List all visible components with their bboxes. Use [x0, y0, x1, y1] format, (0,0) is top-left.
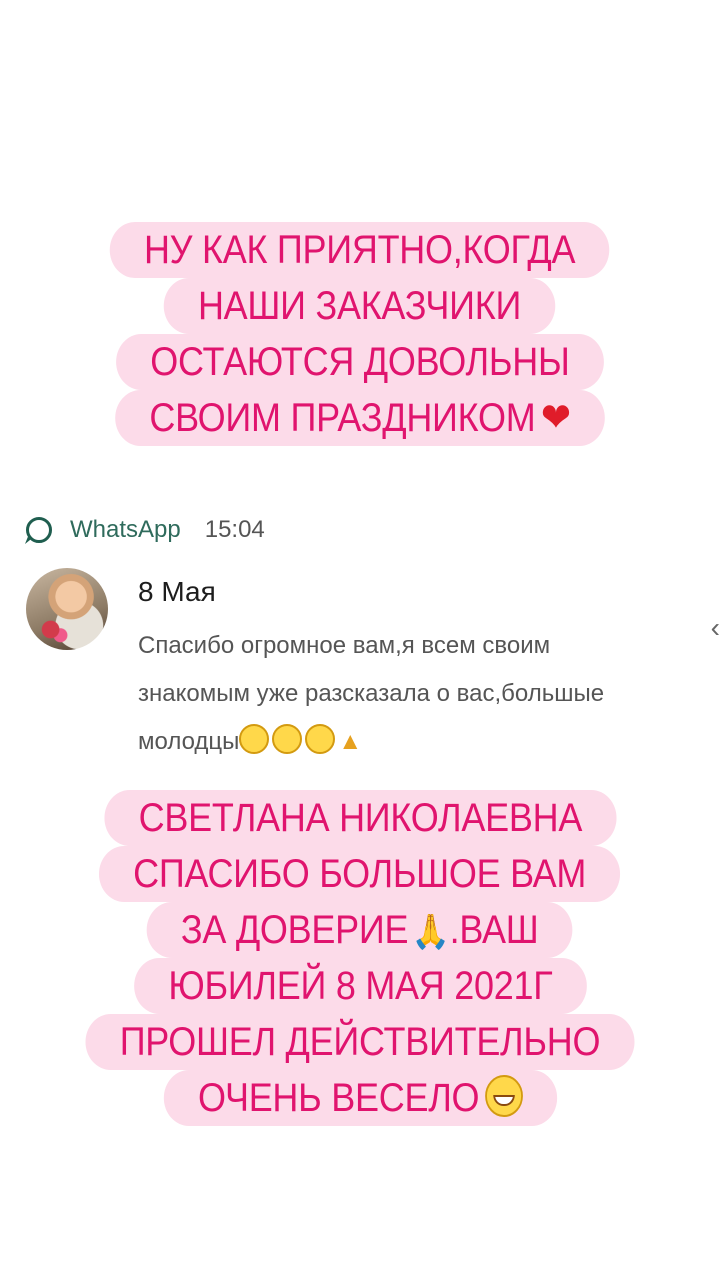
- smiling-emoji: [305, 724, 336, 754]
- caption-line: НАШИ ЗАКАЗЧИКИ: [164, 278, 556, 334]
- caption-line: ЮБИЛЕЙ 8 МАЯ 2021Г: [133, 958, 587, 1014]
- caption-line: СВЕТЛАНА НИКОЛАЕВНА: [104, 790, 616, 846]
- message-text: Спасибо огромное вам,я всем своим знаком…: [138, 622, 658, 766]
- praying-hands-emoji: 🙏: [412, 913, 451, 951]
- sender-name: 8 Мая: [138, 576, 216, 607]
- caption-line: ПРОШЕЛ ДЕЙСТВИТЕЛЬНО: [85, 1014, 635, 1070]
- notification-time: 15:04: [204, 516, 265, 543]
- notification-header: WhatsApp 15:04: [26, 514, 265, 546]
- smiling-emoji: [239, 724, 270, 754]
- heart-emoji: ❤: [540, 396, 571, 440]
- whatsapp-notification[interactable]: WhatsApp 15:04 8 Мая Спасибо огромное ва…: [0, 490, 720, 790]
- caption-line: СПАСИБО БОЛЬШОЕ ВАМ: [99, 846, 621, 902]
- caption-line: НУ КАК ПРИЯТНО,КОГДА: [110, 222, 610, 278]
- message-body: Спасибо огромное вам,я всем своим знаком…: [138, 632, 605, 755]
- smiling-emoji: [272, 724, 303, 754]
- caption-line: ЗА ДОВЕРИЕ 🙏.ВАШ: [147, 902, 573, 958]
- app-name: WhatsApp: [70, 516, 181, 543]
- avatar: [26, 568, 108, 650]
- whatsapp-icon: [26, 517, 52, 543]
- caption-top: НУ КАК ПРИЯТНО,КОГДА НАШИ ЗАКАЗЧИКИ ОСТА…: [0, 222, 720, 446]
- caption-bottom: СВЕТЛАНА НИКОЛАЕВНА СПАСИБО БОЛЬШОЕ ВАМ …: [0, 790, 720, 1126]
- thumbs-up-emoji: ▲: [338, 728, 363, 755]
- grinning-emoji: [484, 1075, 523, 1117]
- caption-line: ОСТАЮТСЯ ДОВОЛЬНЫ: [116, 334, 604, 390]
- caption-line: СВОИМ ПРАЗДНИКОМ ❤: [115, 390, 605, 446]
- back-arrow-icon[interactable]: ‹: [711, 612, 720, 644]
- caption-line: ОЧЕНЬ ВЕСЕЛО: [163, 1070, 557, 1126]
